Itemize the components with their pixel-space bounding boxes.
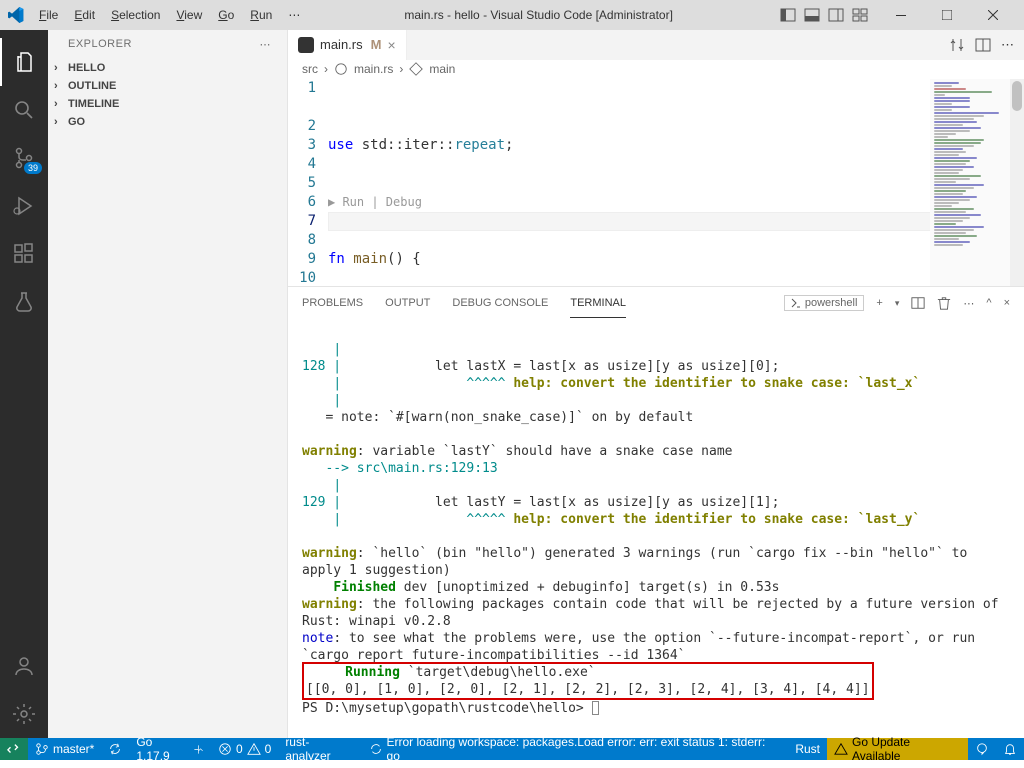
tab-main-rs[interactable]: main.rs M × [288,30,407,60]
titlebar: File Edit Selection View Go Run ⋯ main.r… [0,0,1024,30]
menu-selection[interactable]: Selection [104,4,167,26]
activity-debug[interactable] [0,182,48,230]
status-go-version[interactable]: Go 1.17.9 [129,738,211,760]
maximize-panel-icon[interactable]: ^ [986,297,991,309]
menu-go[interactable]: Go [211,4,241,26]
editor-area: main.rs M × ⋯ src › main.rs › main 1 2 3 [288,30,1024,738]
window-close-button[interactable] [970,0,1016,30]
menu-view[interactable]: View [169,4,209,26]
terminal-dropdown-icon[interactable]: ▾ [895,298,900,309]
window-maximize-button[interactable] [924,0,970,30]
window-title: main.rs - hello - Visual Studio Code [Ad… [307,8,770,22]
kill-terminal-icon[interactable] [937,296,951,310]
split-terminal-icon[interactable] [911,296,925,310]
panel-tab-output[interactable]: OUTPUT [385,289,430,317]
menu-run[interactable]: Run [243,4,279,26]
editor-more-icon[interactable]: ⋯ [1001,37,1014,53]
activity-testing[interactable] [0,278,48,326]
panel-tab-debug[interactable]: DEBUG CONSOLE [452,289,548,317]
split-editor-icon[interactable] [975,37,991,53]
explorer-more-icon[interactable]: ⋯ [260,38,272,51]
customize-layout-icon[interactable] [852,7,868,23]
explorer-title: EXPLORER [68,38,132,51]
terminal-output[interactable]: | 128 | let lastX = last[x as usize][y a… [288,320,1024,738]
section-go[interactable]: ›GO [48,113,287,131]
status-remote[interactable] [0,738,28,760]
rust-file-icon [298,37,314,53]
menu-file[interactable]: File [32,4,65,26]
status-sync[interactable] [101,738,129,760]
activity-explorer[interactable] [0,38,48,86]
tab-close-icon[interactable]: × [387,37,395,53]
toggle-secondary-sidebar-icon[interactable] [828,7,844,23]
activity-accounts[interactable] [0,642,48,690]
panel-tab-problems[interactable]: PROBLEMS [302,289,363,317]
section-hello[interactable]: ›HELLO [48,59,287,77]
code-editor[interactable]: 1 2 3 4 5 6 7 8 9 10 11 12 use std::iter… [288,79,1024,286]
window-minimize-button[interactable] [878,0,924,30]
status-error-msg[interactable]: Error loading workspace: packages.Load e… [362,738,789,760]
compare-changes-icon[interactable] [949,37,965,53]
status-rust-analyzer[interactable]: rust-analyzer [278,738,361,760]
breadcrumb[interactable]: src › main.rs › main [288,60,1024,79]
rust-file-icon [334,62,348,76]
terminal-shell-select[interactable]: powershell [784,295,865,311]
close-panel-icon[interactable]: × [1004,297,1010,309]
bottom-panel: PROBLEMS OUTPUT DEBUG CONSOLE TERMINAL p… [288,286,1024,738]
section-timeline[interactable]: ›TIMELINE [48,95,287,113]
activity-extensions[interactable] [0,230,48,278]
menu-more[interactable]: ⋯ [281,4,307,26]
status-branch[interactable]: master* [28,738,101,760]
section-outline[interactable]: ›OUTLINE [48,77,287,95]
explorer-sidebar: EXPLORER ⋯ ›HELLO ›OUTLINE ›TIMELINE ›GO [48,30,288,738]
status-feedback-icon[interactable] [968,738,996,760]
activity-search[interactable] [0,86,48,134]
status-problems[interactable]: 0 0 [211,738,278,760]
highlighted-output: Running `target\debug\hello.exe` [[0, 0]… [302,662,874,700]
line-gutter: 1 2 3 4 5 6 7 8 9 10 11 12 [288,79,328,286]
activity-bar: 39 [0,30,48,738]
panel-more-icon[interactable]: ⋯ [963,297,974,310]
panel-tab-terminal[interactable]: TERMINAL [570,289,626,318]
statusbar: master* Go 1.17.9 0 0 rust-analyzer Erro… [0,738,1024,760]
new-terminal-icon[interactable]: + [876,297,882,309]
status-language[interactable]: Rust [788,738,827,760]
main-menu: File Edit Selection View Go Run ⋯ [32,4,307,26]
status-notifications-icon[interactable] [996,738,1024,760]
menu-edit[interactable]: Edit [67,4,102,26]
activity-settings[interactable] [0,690,48,738]
scm-badge: 39 [24,162,42,174]
symbol-function-icon [409,62,423,76]
editor-tabs: main.rs M × ⋯ [288,30,1024,60]
codelens-run-debug[interactable]: ▶ Run | Debug [328,193,1024,212]
terminal-cursor [592,701,599,715]
status-go-update[interactable]: Go Update Available [827,738,968,760]
activity-source-control[interactable]: 39 [0,134,48,182]
layout-controls [770,7,878,23]
vscode-logo-icon [8,7,24,23]
toggle-panel-icon[interactable] [804,7,820,23]
toggle-primary-sidebar-icon[interactable] [780,7,796,23]
